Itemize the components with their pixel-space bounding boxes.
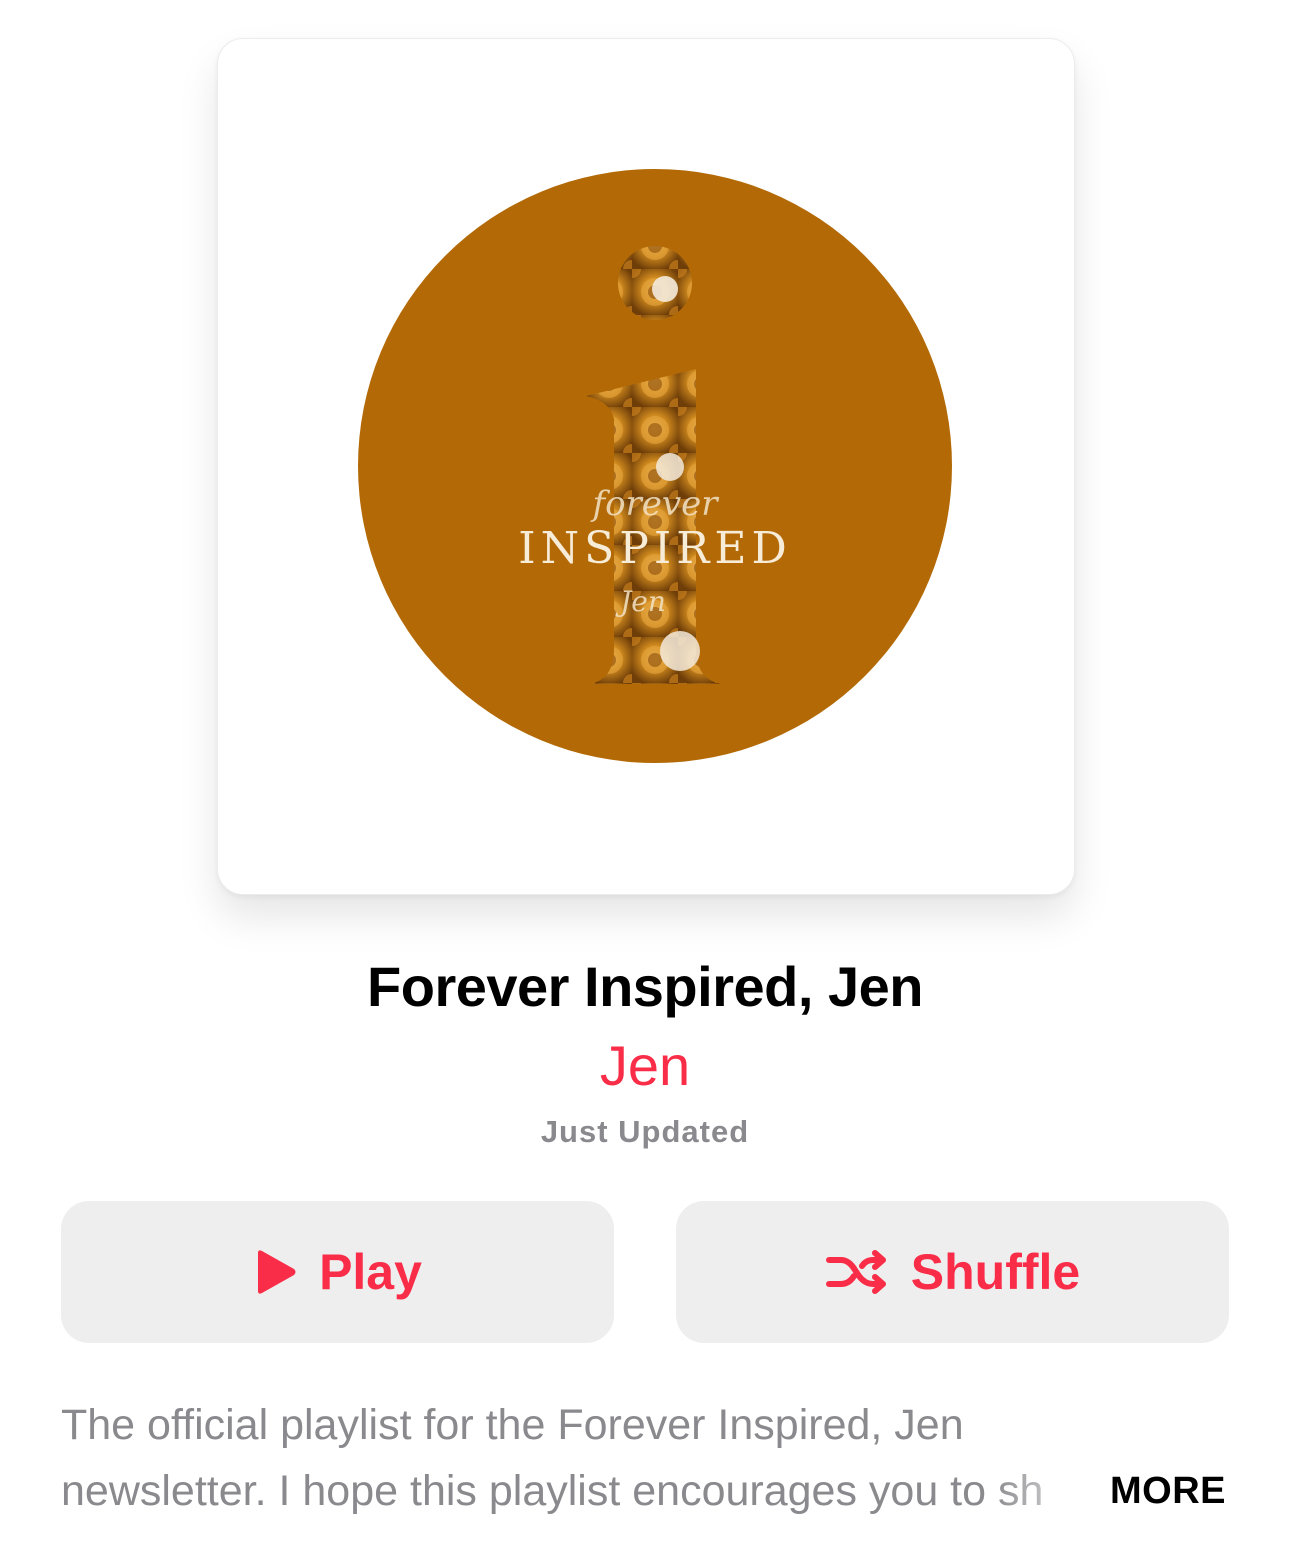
artwork-script-top: forever (589, 484, 719, 524)
playlist-description: The official playlist for the Forever In… (61, 1392, 1231, 1524)
playlist-artwork[interactable]: forever INSPIRED Jen (217, 38, 1075, 895)
shuffle-icon (825, 1248, 889, 1296)
play-icon (253, 1249, 297, 1295)
updated-status: Just Updated (540, 1114, 750, 1149)
play-button[interactable]: Play (61, 1201, 614, 1343)
curator-link[interactable]: Jen (0, 1033, 1290, 1099)
artwork-wordmark: INSPIRED (518, 523, 792, 574)
more-button[interactable]: MORE (1110, 1458, 1226, 1524)
description-line: newsletter. I hope this playlist encoura… (61, 1467, 1044, 1515)
artwork-script-bottom: Jen (615, 585, 666, 618)
play-label: Play (319, 1244, 422, 1300)
shuffle-label: Shuffle (910, 1244, 1081, 1300)
playlist-title: Forever Inspired, Jen (367, 955, 923, 1018)
description-line: The official playlist for the Forever In… (61, 1401, 964, 1449)
shuffle-button[interactable]: Shuffle (676, 1201, 1229, 1343)
artwork-image: forever INSPIRED Jen (358, 169, 952, 763)
